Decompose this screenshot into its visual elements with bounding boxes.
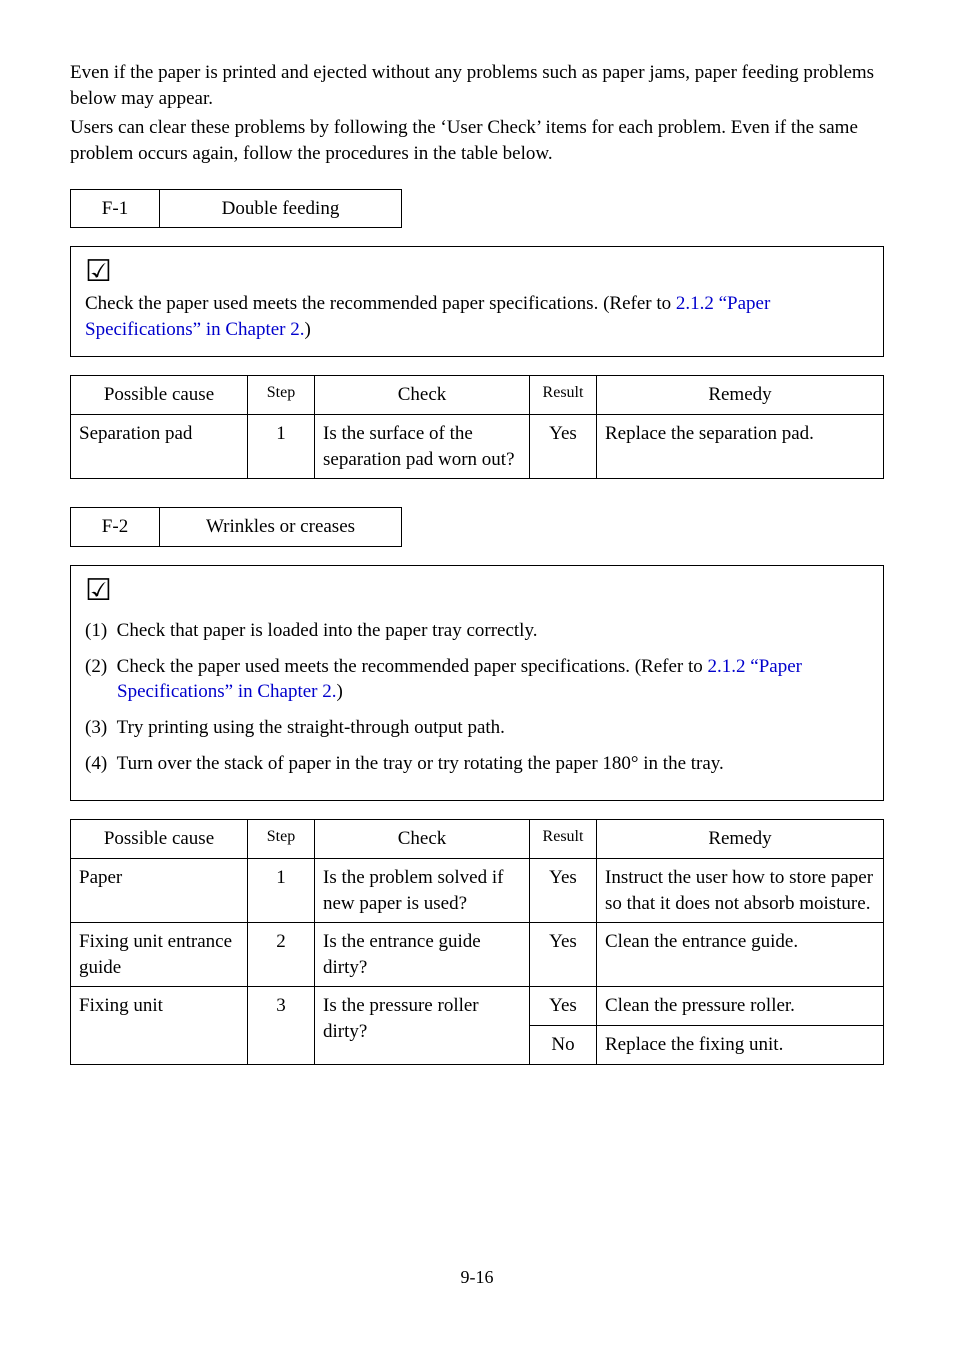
th-step: Step [248, 820, 315, 859]
cell-result: Yes [530, 415, 597, 479]
code-box-f2: F-2 Wrinkles or creases [70, 507, 402, 547]
cell-remedy: Clean the pressure roller. [597, 987, 884, 1026]
cell-check: Is the surface of the separation pad wor… [315, 415, 530, 479]
table-f2: Possible cause Step Check Result Remedy … [70, 819, 884, 1064]
check-mark-icon: ☑ [85, 576, 112, 606]
cell-remedy: Replace the fixing unit. [597, 1026, 884, 1065]
cell-remedy: Clean the entrance guide. [597, 923, 884, 987]
check-item-4: (4) Turn over the stack of paper in the … [85, 751, 869, 777]
user-check-box-f1: ☑ Check the paper used meets the recomme… [70, 246, 884, 357]
cell-cause: Paper [71, 858, 248, 922]
code-title-f1: Double feeding [160, 190, 401, 228]
cell-result: Yes [530, 858, 597, 922]
code-f2: F-2 [71, 508, 160, 546]
code-box-f1: F-1 Double feeding [70, 189, 402, 229]
cell-check: Is the pressure roller dirty? [315, 987, 530, 1064]
cell-result: Yes [530, 923, 597, 987]
intro-paragraph-2: Users can clear these problems by follow… [70, 115, 884, 166]
th-result: Result [530, 820, 597, 859]
th-remedy: Remedy [597, 820, 884, 859]
cell-step: 1 [248, 415, 315, 479]
th-check: Check [315, 820, 530, 859]
table-row: Fixing unit entrance guide 2 Is the entr… [71, 923, 884, 987]
check-item-3: (3) Try printing using the straight-thro… [85, 715, 869, 741]
cell-result: Yes [530, 987, 597, 1026]
check-item-1: (1) Check that paper is loaded into the … [85, 618, 869, 644]
th-step: Step [248, 376, 315, 415]
cell-remedy: Replace the separation pad. [597, 415, 884, 479]
check-item-2: (2) Check the paper used meets the recom… [85, 654, 869, 705]
cell-step: 3 [248, 987, 315, 1064]
table-row: Fixing unit 3 Is the pressure roller dir… [71, 987, 884, 1026]
intro-paragraph-1: Even if the paper is printed and ejected… [70, 60, 884, 111]
code-f1: F-1 [71, 190, 160, 228]
cell-remedy: Instruct the user how to store paper so … [597, 858, 884, 922]
table-f1: Possible cause Step Check Result Remedy … [70, 375, 884, 479]
cell-step: 2 [248, 923, 315, 987]
th-remedy: Remedy [597, 376, 884, 415]
check-text-f1: Check the paper used meets the recommend… [85, 291, 869, 342]
table-row: Paper 1 Is the problem solved if new pap… [71, 858, 884, 922]
check-mark-icon: ☑ [85, 257, 112, 287]
th-cause: Possible cause [71, 376, 248, 415]
th-cause: Possible cause [71, 820, 248, 859]
cell-cause: Separation pad [71, 415, 248, 479]
cell-cause: Fixing unit [71, 987, 248, 1064]
code-title-f2: Wrinkles or creases [160, 508, 401, 546]
cell-step: 1 [248, 858, 315, 922]
page-number: 9-16 [70, 1265, 884, 1289]
user-check-box-f2: ☑ (1) Check that paper is loaded into th… [70, 565, 884, 801]
th-check: Check [315, 376, 530, 415]
cell-check: Is the problem solved if new paper is us… [315, 858, 530, 922]
table-row: Separation pad 1 Is the surface of the s… [71, 415, 884, 479]
th-result: Result [530, 376, 597, 415]
cell-cause: Fixing unit entrance guide [71, 923, 248, 987]
cell-check: Is the entrance guide dirty? [315, 923, 530, 987]
cell-result: No [530, 1026, 597, 1065]
